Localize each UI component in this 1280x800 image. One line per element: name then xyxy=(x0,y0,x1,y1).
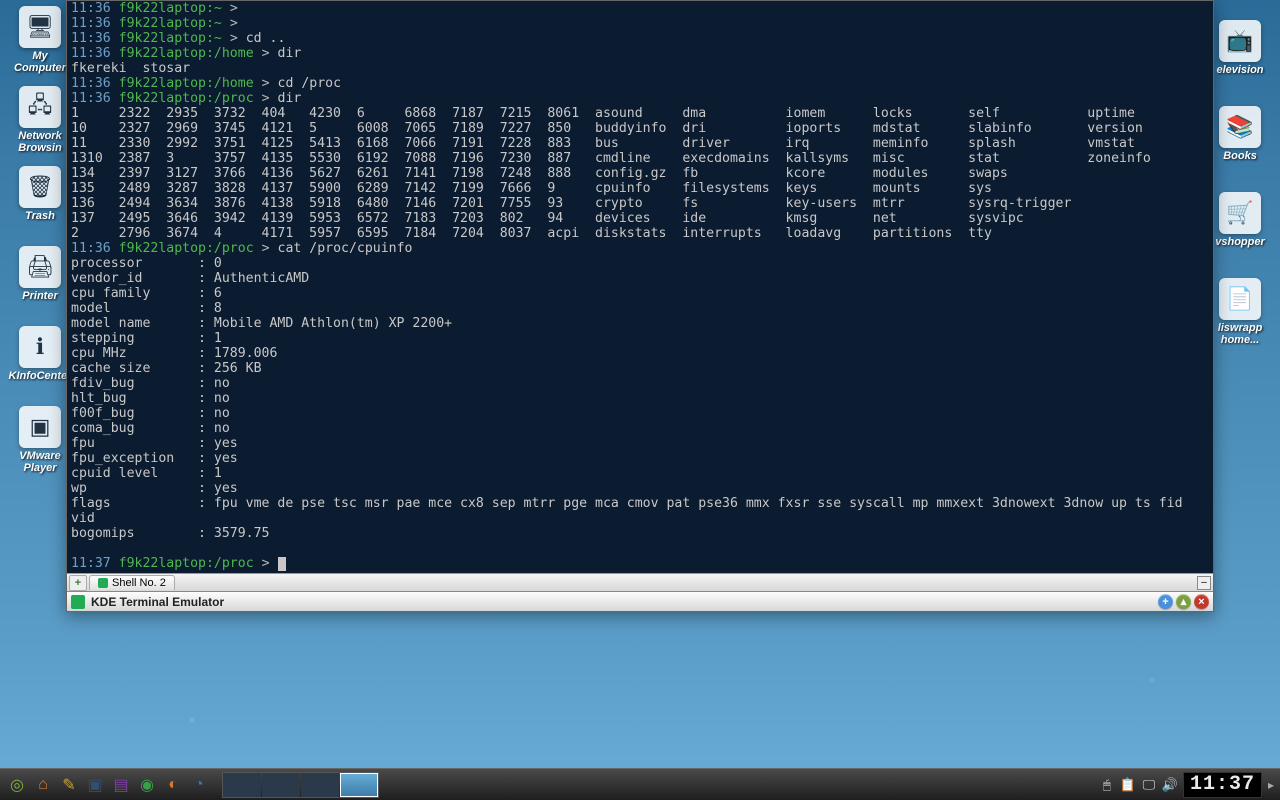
desktop-icon-glyph: 🛒 xyxy=(1219,192,1261,234)
desktop-icon-glyph: 🖧 xyxy=(19,86,61,128)
launcher-firefox[interactable]: ◐ xyxy=(160,772,186,798)
window-close-button[interactable]: × xyxy=(1194,594,1209,609)
desktop-icon-glyph: ℹ xyxy=(19,326,61,368)
pager-desktop-3[interactable] xyxy=(301,773,339,797)
desktop-icon-label: Trash xyxy=(8,210,72,222)
launcher-office[interactable]: ▤ xyxy=(108,772,134,798)
terminal-tabstrip: + Shell No. 2 – xyxy=(67,573,1213,591)
desktop-icon-printer[interactable]: 🖨 Printer xyxy=(8,246,72,302)
desktop-icon-trash[interactable]: 🗑 Trash xyxy=(8,166,72,222)
desktop-icon-books[interactable]: 📚 Books xyxy=(1208,106,1272,162)
desktop-icon-network-browsin[interactable]: 🖧Network Browsin xyxy=(8,86,72,154)
pager-desktop-1[interactable] xyxy=(223,773,261,797)
tray-volume-icon[interactable]: 🔊 xyxy=(1161,776,1179,794)
desktop-icon-my-computer[interactable]: 🖥My Computer xyxy=(8,6,72,74)
launcher-network[interactable]: ◉ xyxy=(134,772,160,798)
window-maximize-button[interactable]: ▴ xyxy=(1176,594,1191,609)
desktop-icon-label: My Computer xyxy=(8,50,72,74)
desktop-pager xyxy=(222,772,379,798)
terminal-content[interactable]: 11:36 f9k22laptop:~ > 11:36 f9k22laptop:… xyxy=(71,1,1209,571)
desktop-icon-glyph: ▣ xyxy=(19,406,61,448)
tabstrip-collapse-button[interactable]: – xyxy=(1197,576,1211,590)
desktop-icon-glyph: 📚 xyxy=(1219,106,1261,148)
pager-desktop-2[interactable] xyxy=(262,773,300,797)
desktop-icon-label: Network Browsin xyxy=(8,130,72,154)
launcher-system[interactable]: ✎ xyxy=(56,772,82,798)
new-tab-button[interactable]: + xyxy=(69,575,87,591)
desktop-icon-vshopper[interactable]: 🛒 vshopper xyxy=(1208,192,1272,248)
terminal-cursor xyxy=(278,557,286,571)
taskbar-panel: ◎⌂✎▣▤◉◐◔ 🖱📋🖵🔊 11:37 ▸ xyxy=(0,768,1280,800)
pager-desktop-4[interactable] xyxy=(340,773,378,797)
tray-klipper-icon[interactable]: 📋 xyxy=(1119,776,1137,794)
desktop-icon-vmware-player[interactable]: ▣VMware Player xyxy=(8,406,72,474)
desktop-icon-glyph: 🖨 xyxy=(19,246,61,288)
tray-display-icon[interactable]: 🖵 xyxy=(1140,776,1158,794)
desktop-icon-label: Printer xyxy=(8,290,72,302)
tray-mouse-icon[interactable]: 🖱 xyxy=(1098,776,1116,794)
launcher-home[interactable]: ⌂ xyxy=(30,772,56,798)
launcher-start-menu[interactable]: ◎ xyxy=(4,772,30,798)
desktop-icon-glyph: 📄 xyxy=(1219,278,1261,320)
launcher-browser[interactable]: ◔ xyxy=(186,772,212,798)
terminal-app-icon xyxy=(71,595,85,609)
desktop-icon-label: elevision xyxy=(1208,64,1272,76)
window-stayontop-button[interactable]: + xyxy=(1158,594,1173,609)
desktop-icon-kinfocenter[interactable]: ℹ KInfoCenter xyxy=(8,326,72,382)
window-titlebar[interactable]: KDE Terminal Emulator + ▴ × xyxy=(67,591,1213,611)
desktop-icon-liswrapp-home-[interactable]: 📄liswrapp home... xyxy=(1208,278,1272,346)
system-tray: 🖱📋🖵🔊 11:37 ▸ xyxy=(1098,772,1276,798)
desktop-icon-label: Books xyxy=(1208,150,1272,162)
clock-minutes: 37 xyxy=(1229,773,1255,796)
desktop-icon-label: liswrapp home... xyxy=(1208,322,1272,346)
desktop-icon-glyph: 🖥 xyxy=(19,6,61,48)
clock-hours: 11 xyxy=(1190,773,1216,796)
panel-hide-button[interactable]: ▸ xyxy=(1266,772,1276,798)
desktop-icon-label: KInfoCenter xyxy=(8,370,72,382)
terminal-icon xyxy=(98,578,108,588)
terminal-viewport[interactable]: 11:36 f9k22laptop:~ > 11:36 f9k22laptop:… xyxy=(67,1,1213,573)
launcher-terminal[interactable]: ▣ xyxy=(82,772,108,798)
tab-shell[interactable]: Shell No. 2 xyxy=(89,575,175,590)
window-title: KDE Terminal Emulator xyxy=(91,595,224,609)
desktop-icon-glyph: 🗑 xyxy=(19,166,61,208)
desktop-icon-label: vshopper xyxy=(1208,236,1272,248)
tab-label: Shell No. 2 xyxy=(112,577,166,589)
terminal-window: 11:36 f9k22laptop:~ > 11:36 f9k22laptop:… xyxy=(66,0,1214,612)
desktop-icon-label: VMware Player xyxy=(8,450,72,474)
desktop-icon-elevision[interactable]: 📺 elevision xyxy=(1208,20,1272,76)
desktop-icon-glyph: 📺 xyxy=(1219,20,1261,62)
panel-clock[interactable]: 11:37 xyxy=(1183,772,1262,798)
